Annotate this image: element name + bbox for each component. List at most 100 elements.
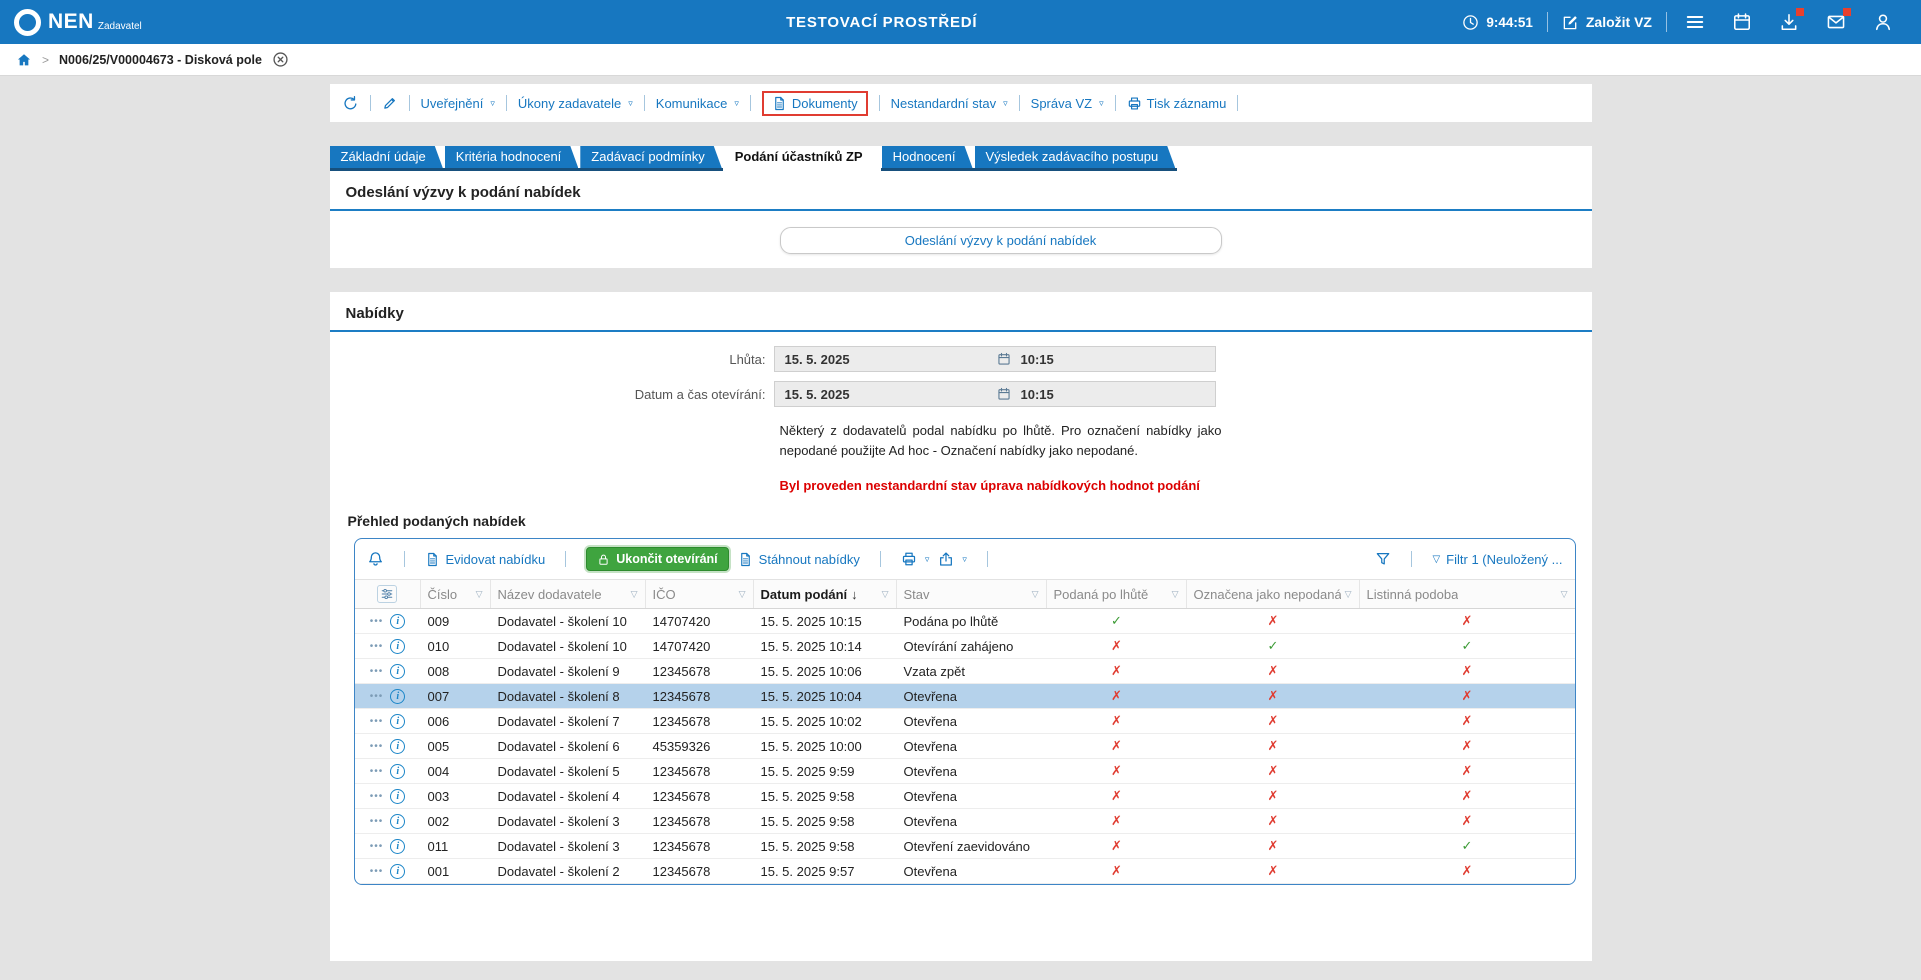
info-icon[interactable]: i	[390, 664, 405, 679]
calendar-icon[interactable]	[1732, 12, 1752, 32]
close-record-icon[interactable]	[272, 51, 289, 68]
table-row[interactable]: •••i009Dodavatel - školení 101470742015.…	[355, 609, 1575, 634]
register-bid-button[interactable]: Evidovat nabídku	[425, 552, 546, 567]
info-icon[interactable]: i	[390, 764, 405, 779]
row-menu-icon[interactable]: •••	[370, 816, 384, 827]
info-icon[interactable]: i	[390, 839, 405, 854]
table-row[interactable]: •••i003Dodavatel - školení 41234567815. …	[355, 784, 1575, 809]
column-filter-icon[interactable]: ▽	[631, 589, 638, 600]
table-row[interactable]: •••i010Dodavatel - školení 101470742015.…	[355, 634, 1575, 659]
cell-submitted: 15. 5. 2025 9:58	[754, 789, 897, 804]
row-menu-icon[interactable]: •••	[370, 766, 384, 777]
row-menu-icon[interactable]: •••	[370, 666, 384, 677]
table-row[interactable]: •••i004Dodavatel - školení 51234567815. …	[355, 759, 1575, 784]
toolbar-separator	[565, 551, 566, 567]
topbar-separator	[1547, 12, 1548, 32]
bell-icon[interactable]	[367, 551, 384, 568]
column-header-datum-podani[interactable]: Datum podání↓▽	[754, 580, 897, 608]
table-row[interactable]: •••i008Dodavatel - školení 91234567815. …	[355, 659, 1575, 684]
row-menu-icon[interactable]: •••	[370, 691, 384, 702]
export-grid-button[interactable]: ▿	[938, 551, 967, 567]
info-icon[interactable]: i	[390, 814, 405, 829]
info-icon[interactable]: i	[390, 789, 405, 804]
column-header-stav[interactable]: Stav ▽	[897, 580, 1047, 608]
tab-zadavaci-podminky[interactable]: Zadávací podmínky	[580, 146, 721, 168]
cell-ico: 12345678	[646, 864, 754, 879]
column-header-oznacena-jako-nepodana[interactable]: Označena jako nepodaná▽	[1187, 580, 1360, 608]
toolbar-item-dokumenty[interactable]: Dokumenty	[762, 91, 868, 116]
toolbar-item-uverejneni[interactable]: Uveřejnění▿	[421, 96, 495, 111]
column-label: Číslo	[428, 587, 458, 602]
cell-number: 001	[421, 864, 491, 879]
column-filter-icon[interactable]: ▽	[739, 589, 746, 600]
column-header-podana-po-lhute[interactable]: Podaná po lhůtě▽	[1047, 580, 1187, 608]
toolbar-item-nestandardni-stav[interactable]: Nestandardní stav▿	[891, 96, 1008, 111]
column-filter-icon[interactable]: ▽	[1561, 589, 1568, 600]
table-row[interactable]: •••i002Dodavatel - školení 31234567815. …	[355, 809, 1575, 834]
cell-submitted: 15. 5. 2025 9:57	[754, 864, 897, 879]
column-header-settings[interactable]	[355, 580, 421, 608]
home-icon[interactable]	[16, 52, 32, 68]
column-header-cislo[interactable]: Číslo ▽	[421, 580, 491, 608]
breadcrumb-record[interactable]: N006/25/V00004673 - Disková pole	[59, 53, 262, 67]
downloads-icon[interactable]	[1779, 12, 1799, 32]
cell-supplier: Dodavatel - školení 6	[491, 739, 646, 754]
row-menu-icon[interactable]: •••	[370, 791, 384, 802]
column-label: Stav	[904, 587, 930, 602]
pencil-icon[interactable]	[382, 95, 398, 111]
info-icon[interactable]: i	[390, 864, 405, 879]
toolbar-item-tisk-zaznamu[interactable]: Tisk záznamu	[1127, 96, 1227, 111]
send-call-button[interactable]: Odeslání výzvy k podání nabídek	[780, 227, 1222, 254]
row-menu-icon[interactable]: •••	[370, 866, 384, 877]
user-icon[interactable]	[1873, 12, 1893, 32]
messages-icon[interactable]	[1826, 12, 1846, 32]
breadcrumb: > N006/25/V00004673 - Disková pole	[0, 44, 1921, 76]
toolbar-item-komunikace[interactable]: Komunikace▿	[656, 96, 739, 111]
column-filter-icon[interactable]: ▽	[1032, 589, 1039, 600]
download-bids-button[interactable]: Stáhnout nabídky	[738, 552, 860, 567]
toolbar-item-sprava-vz[interactable]: Správa VZ▿	[1031, 96, 1104, 111]
column-filter-icon[interactable]: ▽	[1345, 589, 1352, 600]
table-row[interactable]: •••i006Dodavatel - školení 71234567815. …	[355, 709, 1575, 734]
filter-selector[interactable]: ▽ Filtr 1 (Neuložený ...	[1432, 552, 1562, 567]
row-menu-icon[interactable]: •••	[370, 616, 384, 627]
nen-logo[interactable]: NEN Zadavatel	[14, 9, 142, 36]
row-menu-icon[interactable]: •••	[370, 641, 384, 652]
finish-opening-button[interactable]: Ukončit otevírání	[586, 547, 728, 571]
row-menu-icon[interactable]: •••	[370, 741, 384, 752]
column-header-listinna-podoba[interactable]: Listinná podoba▽	[1360, 580, 1575, 608]
info-icon[interactable]: i	[390, 714, 405, 729]
cell-submitted: 15. 5. 2025 10:04	[754, 689, 897, 704]
row-menu-icon[interactable]: •••	[370, 716, 384, 727]
column-filter-icon[interactable]: ▽	[1172, 589, 1179, 600]
create-vz-button[interactable]: Založit VZ	[1562, 14, 1652, 31]
table-row[interactable]: •••i001Dodavatel - školení 21234567815. …	[355, 859, 1575, 884]
info-icon[interactable]: i	[390, 689, 405, 704]
column-header-ico[interactable]: IČO▽	[646, 580, 754, 608]
tab-hodnoceni[interactable]: Hodnocení	[882, 146, 973, 168]
info-icon[interactable]: i	[390, 614, 405, 629]
column-filter-icon[interactable]: ▽	[476, 589, 483, 600]
info-icon[interactable]: i	[390, 739, 405, 754]
environment-title: TESTOVACÍ PROSTŘEDÍ	[786, 14, 977, 31]
table-row[interactable]: •••i011Dodavatel - školení 31234567815. …	[355, 834, 1575, 859]
table-row[interactable]: •••i005Dodavatel - školení 64535932615. …	[355, 734, 1575, 759]
printer-icon	[901, 551, 917, 567]
tab-vysledek-zadavaciho-postupu[interactable]: Výsledek zadávacího postupu	[975, 146, 1176, 168]
menu-icon[interactable]	[1685, 12, 1705, 32]
table-row[interactable]: •••i007Dodavatel - školení 81234567815. …	[355, 684, 1575, 709]
datum-a-cas-otevirani-input[interactable]: 15. 5. 202510:15	[774, 381, 1216, 407]
row-menu-icon[interactable]: •••	[370, 841, 384, 852]
info-icon[interactable]: i	[390, 639, 405, 654]
print-grid-button[interactable]: ▿	[901, 551, 930, 567]
column-header-nazev-dodavatele[interactable]: Název dodavatele▽	[491, 580, 646, 608]
refresh-icon[interactable]	[342, 95, 359, 112]
tab-kriteria-hodnoceni[interactable]: Kritéria hodnocení	[445, 146, 579, 168]
column-filter-icon[interactable]: ▽	[882, 589, 889, 600]
lhuta-input[interactable]: 15. 5. 202510:15	[774, 346, 1216, 372]
export-icon	[938, 551, 954, 567]
tab-podani-ucastniku-zp[interactable]: Podání účastníků ZP	[724, 146, 880, 168]
tab-zakladni-udaje[interactable]: Základní údaje	[330, 146, 443, 168]
funnel-icon[interactable]	[1375, 551, 1391, 567]
toolbar-item-ukony-zadavatele[interactable]: Úkony zadavatele▿	[518, 96, 633, 111]
